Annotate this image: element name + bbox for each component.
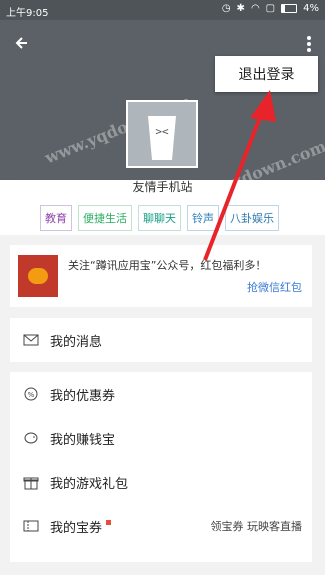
menu-item-coupons[interactable]: % 我的优惠券 <box>10 372 312 416</box>
back-icon[interactable] <box>14 36 28 50</box>
coupon-icon: % <box>22 385 40 403</box>
bluetooth-icon: ✱ <box>236 3 245 14</box>
menu-item-game-gifts[interactable]: 我的游戏礼包 <box>10 460 312 504</box>
piggy-bank-icon <box>22 429 40 447</box>
menu-group-messages: 我的消息 <box>10 318 312 362</box>
promo-banner[interactable]: 关注“蹲讯应用宝”公众号，红包福利多！ 抢微信红包 <box>10 245 312 307</box>
gift-icon <box>22 473 40 491</box>
sim-icon: ▢ <box>265 3 276 14</box>
menu-item-label: 我的优惠券 <box>50 388 116 404</box>
avatar[interactable]: >< <box>126 100 198 168</box>
interest-tags: 教育 便捷生活 聊聊天 铃声 八卦娱乐 <box>40 205 279 231</box>
tag-item[interactable]: 聊聊天 <box>138 205 181 231</box>
alarm-icon: ◷ <box>221 3 231 14</box>
avatar-image: >< <box>128 102 196 166</box>
menu-group-assets: % 我的优惠券 我的赚钱宝 我的游戏礼包 我的宝券 领宝券 玩映客直播 <box>10 372 312 562</box>
logout-button[interactable]: 退出登录 <box>215 56 318 92</box>
promo-link[interactable]: 抢微信红包 <box>247 279 302 295</box>
status-bar: 上午9:05 ◷ ✱ ◠ ▢ 4% <box>0 0 325 20</box>
more-options-icon[interactable] <box>307 36 311 52</box>
battery-icon <box>281 4 298 13</box>
menu-item-label: 我的宝券 <box>50 520 103 536</box>
status-icons: ◷ ✱ ◠ ▢ 4% <box>222 3 319 14</box>
menu-item-earnings[interactable]: 我的赚钱宝 <box>10 416 312 460</box>
menu-item-vouchers[interactable]: 我的宝券 领宝券 玩映客直播 <box>10 504 312 548</box>
profile-name: 友情手机站 <box>132 180 193 194</box>
svg-text:><: >< <box>155 125 169 138</box>
tag-item[interactable]: 铃声 <box>187 205 219 231</box>
menu-item-label: 我的消息 <box>50 334 103 350</box>
ticket-icon <box>22 517 40 535</box>
mail-icon <box>22 331 40 349</box>
menu-item-messages[interactable]: 我的消息 <box>10 318 312 362</box>
menu-item-label: 我的游戏礼包 <box>50 476 129 492</box>
tag-item[interactable]: 教育 <box>40 205 72 231</box>
promo-text: 关注“蹲讯应用宝”公众号，红包福利多！ <box>68 259 267 272</box>
svg-text:%: % <box>28 391 35 399</box>
new-badge-dot <box>106 519 112 525</box>
wifi-icon: ◠ <box>250 3 260 14</box>
battery-percent: 4% <box>303 3 319 14</box>
promo-thumbnail <box>18 255 58 297</box>
menu-item-label: 我的赚钱宝 <box>50 432 116 448</box>
menu-item-extra: 领宝券 玩映客直播 <box>210 520 303 533</box>
tag-item[interactable]: 便捷生活 <box>78 205 132 231</box>
status-time: 上午9:05 <box>6 8 49 19</box>
tag-item[interactable]: 八卦娱乐 <box>225 205 279 231</box>
